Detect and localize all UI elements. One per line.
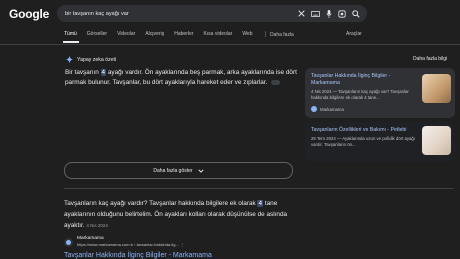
tab-more-label: Daha fazla [269, 32, 294, 38]
card-title[interactable]: Tavşanların Özellikleri ve Bakımı - Petl… [311, 127, 419, 134]
microphone-icon[interactable] [326, 9, 332, 18]
clear-icon[interactable] [298, 10, 305, 17]
ai-text-before: Bir tavşanın [65, 69, 101, 76]
snippet-text-before: Tavşanların kaç ayağı vardır? Tavşanlar … [64, 200, 258, 207]
result-url: https://www.markamama.com.tr › tavsanlar… [77, 242, 184, 248]
sparkle-icon [66, 56, 73, 63]
tab-web[interactable]: Web [242, 31, 252, 38]
card-source-name: Markamama [320, 106, 344, 112]
learn-more-button[interactable]: Daha fazla bilgi [413, 56, 447, 62]
card-title[interactable]: Tavşanlar Hakkında İlginç Bilgiler - Mar… [311, 73, 419, 87]
card-source: Markamama [311, 106, 344, 112]
result-source[interactable]: Markamama https://www.markamama.com.tr ›… [64, 236, 184, 248]
source-card[interactable]: Tavşanlar Hakkında İlginç Bilgiler - Mar… [305, 68, 455, 118]
tab-news[interactable]: Haberler [174, 31, 193, 38]
result-url-text: https://www.markamama.com.tr › tavsanlar… [77, 242, 179, 247]
snippet-date: 4 Nis 2024 [86, 223, 108, 228]
rabbit-thumbnail [422, 74, 451, 103]
keyboard-icon[interactable] [311, 10, 320, 17]
show-more-label: Daha fazla göster [153, 167, 193, 174]
site-favicon-icon [64, 237, 73, 247]
active-tab-indicator [63, 41, 79, 43]
search-tabs: Tümü Görseller Videolar Alışveriş Haberl… [64, 31, 294, 38]
tab-short-videos[interactable]: Kısa videolar [203, 31, 232, 38]
search-box[interactable]: bir tavşanın kaç ayağı var [57, 5, 367, 22]
tab-videos[interactable]: Videolar [117, 31, 135, 38]
chevron-down-icon [198, 169, 204, 173]
featured-snippet: Tavşanların kaç ayağı vardır? Tavşanlar … [64, 198, 300, 231]
lens-icon[interactable] [338, 9, 346, 18]
ai-overview-text: Bir tavşanın 4 ayağı vardır. Ön ayakları… [65, 68, 297, 88]
tab-all[interactable]: Tümü [64, 31, 77, 38]
header-divider [0, 44, 460, 45]
markamama-favicon-icon [311, 106, 317, 112]
more-options-icon[interactable]: ⋮ [180, 242, 184, 247]
source-card[interactable]: Tavşanların Özellikleri ve Bakımı - Petl… [305, 122, 455, 162]
search-input[interactable]: bir tavşanın kaç ayağı var [65, 11, 298, 17]
section-divider [64, 188, 454, 189]
result-title-link[interactable]: Tavşanlar Hakkında İlginç Bilgiler - Mar… [64, 252, 212, 259]
ai-overview-header: Yapay zeka özeti [66, 56, 116, 63]
more-vert-icon: ⋮ [262, 32, 269, 38]
search-icon[interactable] [352, 9, 360, 18]
ai-overview-label: Yapay zeka özeti [77, 56, 117, 63]
tab-images[interactable]: Görseller [87, 31, 107, 38]
card-snippet: 4 Nis 2024 — Tavşanların kaç ayağı var? … [311, 89, 409, 100]
google-logo[interactable]: Google [9, 7, 49, 21]
tab-more[interactable]: ⋮ Daha fazla [263, 31, 294, 38]
tools-button[interactable]: Araçlar [346, 31, 362, 37]
rabbit-thumbnail [422, 126, 451, 155]
source-link-icon[interactable] [271, 79, 281, 85]
card-snippet: 29 Tem 2024 — Ayaklarında uzun ve pofidi… [311, 136, 415, 147]
show-more-button[interactable]: Daha fazla göster [64, 162, 293, 179]
tab-shopping[interactable]: Alışveriş [145, 31, 164, 38]
